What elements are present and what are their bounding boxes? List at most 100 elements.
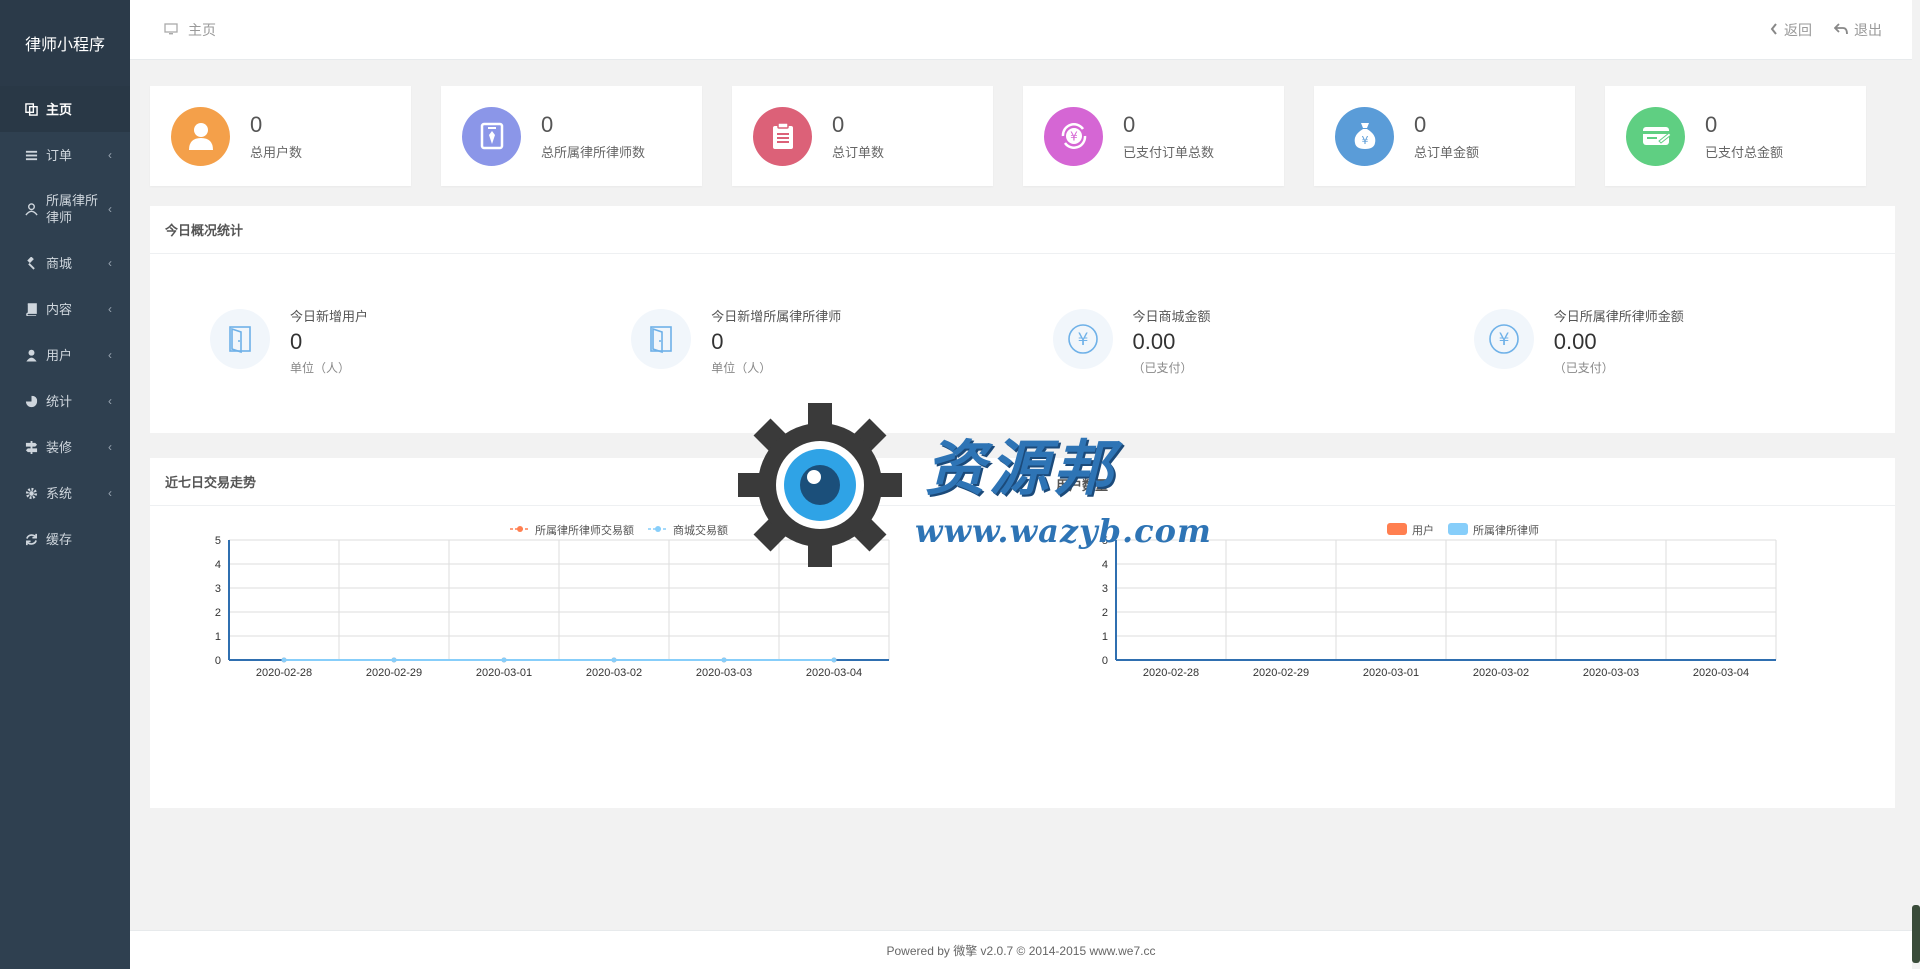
sidebar-item-label: 商城 bbox=[46, 255, 73, 271]
sidebar-item-label: 装修 bbox=[46, 439, 73, 455]
stat-value: 0 bbox=[832, 111, 845, 137]
chevron-left-icon: ‹ bbox=[108, 486, 112, 500]
today-title: 今日概况统计 bbox=[150, 206, 1895, 254]
y-tick-label: 1 bbox=[215, 631, 221, 643]
copy-icon bbox=[24, 102, 38, 116]
data-point bbox=[391, 657, 397, 663]
y-tick-label: 2 bbox=[1102, 607, 1108, 619]
user-icon bbox=[24, 348, 38, 362]
door-icon bbox=[210, 309, 270, 369]
svg-text:¥: ¥ bbox=[1361, 134, 1368, 147]
svg-text:¥: ¥ bbox=[1077, 330, 1088, 350]
stat-label: 已支付总金额 bbox=[1705, 144, 1784, 160]
x-tick-label: 2020-03-02 bbox=[586, 667, 642, 679]
gavel-icon bbox=[24, 256, 38, 270]
legend-label: 所属律所律师交易额 bbox=[535, 525, 634, 537]
x-tick-label: 2020-03-03 bbox=[1583, 667, 1639, 679]
today-stat-unit: 单位（人） bbox=[290, 361, 351, 375]
stat-label: 总用户数 bbox=[250, 144, 303, 160]
stat-card: ¥0 已支付订单总数 bbox=[1023, 86, 1284, 186]
stat-value: 0 bbox=[1705, 111, 1718, 137]
stat-label: 总所属律所律师数 bbox=[541, 144, 646, 160]
clipboard-icon bbox=[753, 106, 812, 166]
sidebar-item-label: 系统 bbox=[46, 485, 73, 501]
breadcrumb-label[interactable]: 主页 bbox=[188, 20, 216, 40]
stat-card: ¥0 总订单金额 bbox=[1314, 86, 1575, 186]
stats-row: 0 总用户数 0 总所属律所律师数 0 总订单数 ¥0 已支付订单总数 ¥0 总订单金额 0 已支付总… bbox=[150, 86, 1866, 186]
stat-card: 0 总订单数 bbox=[732, 86, 993, 186]
wallet-icon bbox=[1626, 106, 1685, 166]
x-tick-label: 2020-03-01 bbox=[476, 667, 532, 679]
logout-button[interactable]: 退出 bbox=[1833, 20, 1882, 40]
user-icon bbox=[171, 106, 230, 166]
chevron-left-icon: ‹ bbox=[108, 148, 112, 162]
legend-label: 用户 bbox=[1412, 525, 1434, 537]
today-stat: ¥ 今日所属律所律师金额 0.00 （已支付） bbox=[1473, 309, 1895, 376]
stat-value: 0 bbox=[1414, 111, 1427, 137]
sidebar-item-label: 所属律所律师 bbox=[46, 193, 99, 225]
sidebar-item-7[interactable]: 装修 ‹ bbox=[0, 424, 130, 470]
legend-item[interactable]: 商城交易额 bbox=[648, 522, 728, 538]
sidebar-item-5[interactable]: 用户 ‹ bbox=[0, 332, 130, 378]
list-icon bbox=[24, 148, 38, 162]
legend-item[interactable]: 用户 bbox=[1387, 522, 1434, 538]
sidebar-item-3[interactable]: 商城 ‹ bbox=[0, 240, 130, 286]
svg-text:¥: ¥ bbox=[1070, 130, 1078, 144]
y-tick-label: 1 bbox=[1102, 631, 1108, 643]
today-stat: ¥ 今日商城金额 0.00 （已支付） bbox=[1052, 309, 1474, 376]
signpost-icon bbox=[24, 440, 38, 454]
sidebar-item-label: 内容 bbox=[46, 301, 73, 317]
legend-item[interactable]: 所属律所律师 bbox=[1448, 522, 1539, 538]
sidebar-item-label: 用户 bbox=[46, 347, 73, 363]
y-tick-label: 3 bbox=[215, 583, 221, 595]
stat-value: 0 bbox=[1123, 111, 1136, 137]
yen-circle-icon: ¥ bbox=[1473, 309, 1534, 369]
y-tick-label: 4 bbox=[215, 559, 221, 571]
y-tick-label: 0 bbox=[1102, 655, 1108, 667]
gear-logo-icon bbox=[738, 403, 902, 567]
today-stat-unit: （已支付） bbox=[1553, 361, 1614, 375]
today-stat: 今日新增所属律所律师 0 单位（人） bbox=[631, 309, 1052, 376]
user-chart-svg: 0123452020-02-28 2020-02-29 2020-03-01 2020… bbox=[1102, 535, 1777, 679]
today-stat: 今日新增用户 0 单位（人） bbox=[210, 309, 631, 376]
chevron-left-icon: ‹ bbox=[108, 348, 112, 362]
chevron-left-icon: ‹ bbox=[108, 394, 112, 408]
id-badge-icon bbox=[462, 106, 521, 166]
chevron-left-icon: ‹ bbox=[108, 202, 112, 216]
sidebar-item-4[interactable]: 内容 ‹ bbox=[0, 286, 130, 332]
breadcrumb: 主页 bbox=[164, 20, 216, 40]
watermark: 资源邦 www.wazyb.com bbox=[735, 400, 1211, 570]
sidebar-item-2[interactable]: 所属律所律师 ‹ bbox=[0, 178, 130, 240]
back-label: 返回 bbox=[1784, 21, 1812, 38]
back-button[interactable]: 返回 bbox=[1770, 20, 1812, 40]
x-tick-label: 2020-03-04 bbox=[806, 667, 862, 679]
x-tick-label: 2020-03-02 bbox=[1473, 667, 1529, 679]
legend-swatch bbox=[510, 524, 530, 536]
data-point bbox=[501, 657, 507, 663]
money-bag-icon: ¥ bbox=[1335, 106, 1394, 166]
x-tick-label: 2020-03-04 bbox=[1693, 667, 1749, 679]
chevron-left-icon bbox=[1770, 22, 1778, 38]
x-tick-label: 2020-03-03 bbox=[696, 667, 752, 679]
today-stat-value: 0.00 bbox=[1553, 329, 1597, 354]
legend-item[interactable]: 所属律所律师交易额 bbox=[510, 522, 634, 538]
today-stat-label: 今日新增用户 bbox=[290, 309, 369, 324]
data-point bbox=[611, 657, 617, 663]
today-stat-value: 0 bbox=[290, 329, 303, 354]
sidebar-item-label: 缓存 bbox=[46, 531, 73, 547]
book-icon bbox=[24, 302, 38, 316]
sidebar-item-0[interactable]: 主页 bbox=[0, 86, 130, 132]
pie-chart-icon bbox=[24, 394, 38, 408]
sidebar-item-8[interactable]: 系统 ‹ bbox=[0, 470, 130, 516]
sidebar-item-1[interactable]: 订单 ‹ bbox=[0, 132, 130, 178]
user-chart: 用户 所属律所律师 0 1 2 3 4 5 2020-02-28 2020-02-29 2020-… bbox=[1092, 518, 1792, 743]
yen-refresh-icon: ¥ bbox=[1044, 106, 1103, 166]
sidebar-item-label: 主页 bbox=[46, 101, 73, 117]
user-outline-icon bbox=[24, 202, 38, 216]
sidebar-item-label: 统计 bbox=[46, 393, 73, 409]
sidebar-item-9[interactable]: 缓存 bbox=[0, 516, 130, 562]
gear-icon bbox=[24, 486, 38, 500]
legend-swatch bbox=[648, 524, 668, 536]
scrollbar-handle[interactable] bbox=[1912, 905, 1920, 963]
sidebar-item-6[interactable]: 统计 ‹ bbox=[0, 378, 130, 424]
